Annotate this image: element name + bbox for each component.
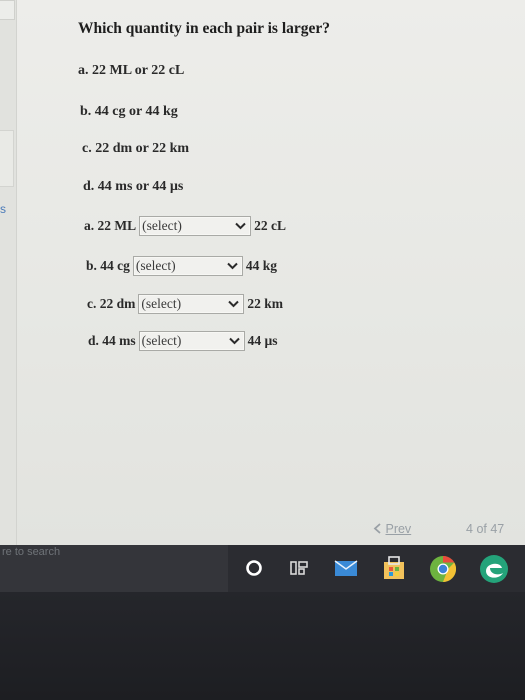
chevron-down-icon (228, 300, 240, 308)
browser-content: s Which quantity in each pair is larger?… (0, 0, 525, 545)
question-item-a: a. 22 ML or 22 cL (78, 63, 185, 78)
mail-icon[interactable] (334, 558, 358, 578)
answer-row-c: c. 22 dm (select) 22 km (87, 294, 283, 314)
left-panel-box (0, 130, 14, 187)
chevron-down-icon (235, 222, 246, 230)
task-view-icon[interactable] (289, 559, 309, 577)
chrome-icon[interactable] (428, 554, 458, 584)
select-dropdown-d[interactable]: (select) (138, 331, 245, 351)
select-dropdown-c[interactable]: (select) (138, 294, 245, 314)
edge-browser-icon[interactable] (478, 553, 510, 585)
cortana-icon[interactable] (245, 559, 263, 577)
select-value-d: (select) (141, 333, 182, 348)
answer-right-d: 44 µs (247, 333, 278, 348)
prev-button[interactable]: Prev (373, 522, 411, 536)
question-item-b: b. 44 cg or 44 kg (80, 104, 178, 119)
current-page: 4 (466, 522, 473, 536)
answer-row-b: b. 44 cg (select) 44 kg (86, 256, 277, 276)
answer-left-a: a. 22 ML (84, 218, 137, 233)
answer-row-a: a. 22 ML (select) 22 cL (84, 216, 286, 236)
answer-left-b: b. 44 cg (86, 258, 130, 273)
page-total: of 47 (476, 522, 505, 536)
left-panel: s (0, 0, 17, 545)
chevron-left-icon (373, 523, 381, 534)
answer-left-d: d. 44 ms (88, 333, 136, 348)
select-value-b: (select) (135, 258, 176, 273)
select-value-a: (select) (142, 218, 182, 233)
answer-left-c: c. 22 dm (87, 296, 136, 311)
answer-right-c: 22 km (247, 296, 284, 311)
answer-right-a: 22 cL (254, 218, 286, 233)
answer-right-b: 44 kg (245, 258, 278, 273)
answer-row-d: d. 44 ms (select) 44 µs (88, 331, 278, 351)
chevron-down-icon (227, 262, 238, 270)
left-panel-card (0, 0, 15, 20)
taskbar-search-text: re to search (2, 546, 61, 558)
taskbar: re to search (0, 545, 525, 592)
left-edge-text: s (0, 202, 6, 216)
chevron-down-icon (228, 337, 240, 345)
page-indicator: 4 of 47 (466, 522, 504, 536)
taskbar-search-box[interactable]: re to search (0, 545, 228, 592)
question-item-d: d. 44 ms or 44 µs (83, 179, 184, 194)
question-title: Which quantity in each pair is larger? (78, 20, 331, 37)
question-item-c: c. 22 dm or 22 km (82, 141, 190, 156)
select-dropdown-a[interactable]: (select) (139, 216, 252, 236)
store-icon[interactable] (381, 555, 407, 581)
prev-label: Prev (385, 522, 412, 536)
select-dropdown-b[interactable]: (select) (132, 256, 243, 276)
select-value-c: (select) (141, 296, 182, 311)
screen-bezel (0, 592, 525, 700)
